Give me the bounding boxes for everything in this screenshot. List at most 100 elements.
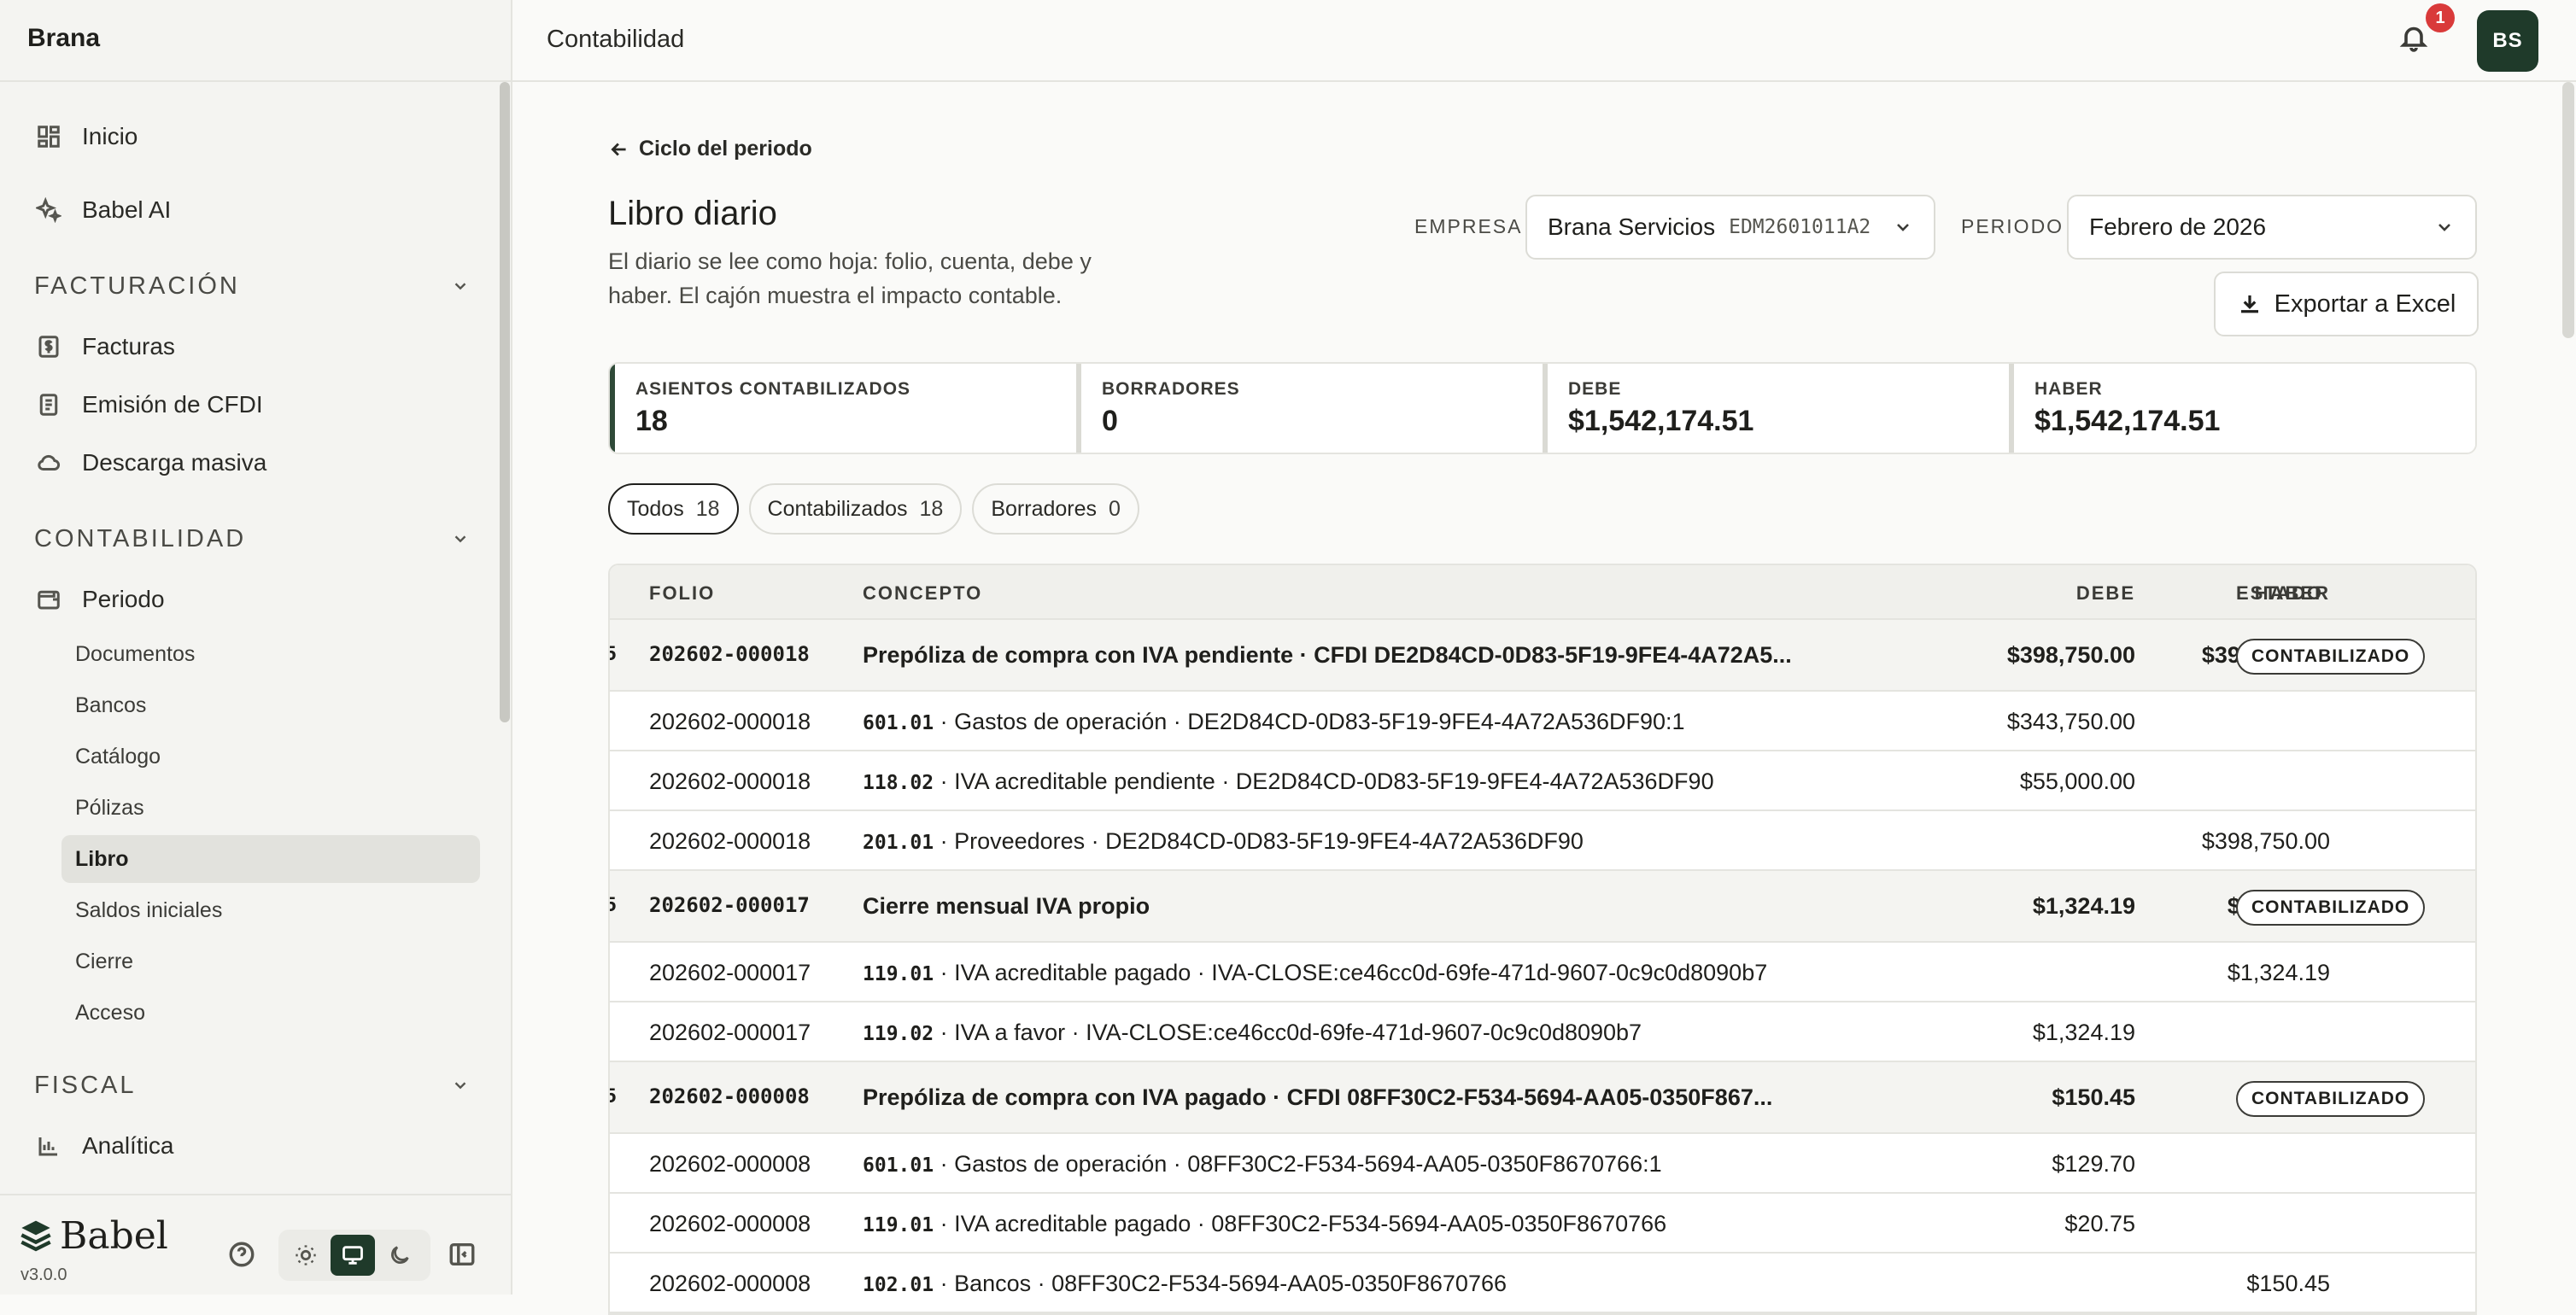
- entry-header-row[interactable]: 5 202602-000008 Prepóliza de compra con IV…: [610, 1062, 2475, 1134]
- sidebar-subitem-bancos[interactable]: Bancos: [61, 681, 480, 729]
- stat-card: ASIENTOS CONTABILIZADOS 18: [610, 364, 1076, 453]
- entry-line-row[interactable]: 202602-000017 119.02 · IVA a favor · IVA-…: [610, 1002, 2475, 1062]
- entry-line-row[interactable]: 202602-000018 118.02 · IVA acreditable pe…: [610, 751, 2475, 811]
- line-concepto: 102.01 · Bancos · 08FF30C2-F534-5694-AA0…: [863, 1271, 1507, 1297]
- sidebar-item-inicio[interactable]: Inicio: [34, 109, 138, 164]
- empresa-value: Brana Servicios: [1548, 213, 1716, 240]
- chevron-down-icon: [454, 535, 466, 543]
- version-label: v3.0.0: [20, 1265, 67, 1284]
- sidebar-subitem-catalogo[interactable]: Catálogo: [61, 733, 480, 780]
- page-scrollbar[interactable]: [2562, 82, 2574, 338]
- line-concepto: 119.02 · IVA a favor · IVA-CLOSE:ce46cc0…: [863, 1020, 1642, 1046]
- export-label: Exportar a Excel: [2274, 289, 2456, 318]
- entry-line-row[interactable]: 202602-000018 601.01 · Gastos de operació…: [610, 692, 2475, 751]
- entry-line-row[interactable]: 202602-000017 119.01 · IVA acreditable pa…: [610, 943, 2475, 1002]
- collapse-sidebar-button[interactable]: [448, 1240, 478, 1271]
- section-contabilidad[interactable]: CONTABILIDAD: [34, 517, 470, 560]
- chip-label: Contabilizados: [767, 496, 908, 521]
- line-description: · Proveedores · DE2D84CD-0D83-5F19-9FE4-…: [934, 828, 1584, 854]
- entry-header-row[interactable]: 5 202602-000018 Prepóliza de compra con IV…: [610, 620, 2475, 692]
- filter-todos[interactable]: Todos 18: [608, 483, 739, 535]
- sparkles-icon: [34, 196, 63, 225]
- sidebar-subitem-libro[interactable]: Libro: [61, 835, 480, 883]
- chevron-down-icon: [2438, 224, 2450, 231]
- account-code: 601.01: [863, 712, 934, 734]
- sidebar-subitem-polizas[interactable]: Pólizas: [61, 784, 480, 832]
- sidebar-item-emision-cfdi[interactable]: Emisión de CFDI: [34, 377, 263, 432]
- line-description: · IVA acreditable pagado · IVA-CLOSE:ce4…: [934, 960, 1768, 985]
- entry-line-row[interactable]: 202602-000008 102.01 · Bancos · 08FF30C2-…: [610, 1254, 2475, 1313]
- divider: [0, 80, 511, 82]
- entry-folio: 202602-000008: [649, 1084, 810, 1108]
- periodo-label: PERIODO: [1961, 215, 2064, 237]
- sidebar-item-label: Emisión de CFDI: [82, 391, 263, 418]
- export-excel-button[interactable]: Exportar a Excel: [2214, 272, 2479, 336]
- help-button[interactable]: [227, 1240, 258, 1271]
- entry-folio: 202602-000018: [649, 642, 810, 666]
- empresa-select[interactable]: Brana Servicios EDM2601011A2: [1525, 195, 1935, 260]
- dark-theme-button[interactable]: [378, 1235, 422, 1276]
- light-theme-button[interactable]: [284, 1235, 327, 1276]
- download-icon: [2240, 295, 2258, 313]
- entry-header-row[interactable]: 5 202602-000017 Cierre mensual IVA propio $…: [610, 871, 2475, 943]
- dashboard-icon: [34, 122, 63, 151]
- back-link[interactable]: Ciclo del periodo: [608, 137, 812, 161]
- section-fiscal[interactable]: FISCAL: [34, 1064, 470, 1107]
- column-estado: ESTADO: [2236, 582, 2324, 604]
- page-title: Libro diario: [608, 195, 777, 232]
- section-facturacion[interactable]: FACTURACIÓN: [34, 265, 470, 307]
- sidebar-subitem-documentos[interactable]: Documentos: [61, 630, 480, 678]
- stat-value: $1,542,174.51: [2034, 405, 2221, 437]
- entry-line-row[interactable]: 202602-000008 601.01 · Gastos de operació…: [610, 1134, 2475, 1194]
- stat-label: ASIENTOS CONTABILIZADOS: [635, 379, 911, 399]
- page-subtitle: El diario se lee como hoja: folio, cuent…: [608, 248, 1092, 308]
- sidebar-item-label: Facturas: [82, 333, 175, 359]
- filter-borradores[interactable]: Borradores 0: [972, 483, 1139, 535]
- avatar[interactable]: BS: [2477, 10, 2538, 72]
- theme-switcher: [278, 1230, 430, 1281]
- section-title: FACTURACIÓN: [34, 272, 240, 300]
- entry-concepto: Prepóliza de compra con IVA pendiente · …: [863, 642, 1792, 668]
- line-debe: $55,000.00: [2019, 769, 2135, 794]
- line-concepto: 601.01 · Gastos de operación · DE2D84CD-…: [863, 709, 1685, 735]
- entry-line-row[interactable]: 202602-000008 119.01 · IVA acreditable pa…: [610, 1194, 2475, 1254]
- line-description: · Bancos · 08FF30C2-F534-5694-AA05-0350F…: [934, 1271, 1507, 1296]
- system-theme-button[interactable]: [331, 1235, 375, 1276]
- sidebar-item-label: Inicio: [82, 123, 138, 149]
- arrow-left-icon: [611, 143, 626, 155]
- stat-label: HABER: [2034, 379, 2103, 399]
- filter-chips: Todos 18 Contabilizados 18 Borradores 0: [608, 483, 1150, 535]
- periodo-select[interactable]: Febrero de 2026: [2067, 195, 2477, 260]
- line-folio: 202602-000018: [649, 769, 811, 794]
- stat-card: DEBE $1,542,174.51: [1543, 364, 2009, 453]
- sidebar-item-babel-ai[interactable]: Babel AI: [34, 183, 171, 237]
- line-folio: 202602-000008: [649, 1211, 811, 1236]
- stat-value: 18: [635, 405, 668, 437]
- sidebar-item-facturas[interactable]: Facturas: [34, 319, 175, 374]
- chevron-down-icon: [454, 283, 466, 290]
- line-folio: 202602-000017: [649, 960, 811, 985]
- chevron-down-icon: [454, 1082, 466, 1090]
- sidebar-item-analitica[interactable]: Analítica: [34, 1119, 173, 1173]
- sidebar-subitem-acceso[interactable]: Acceso: [61, 989, 480, 1037]
- org-name[interactable]: Brana: [27, 24, 100, 53]
- account-code: 119.02: [863, 1023, 934, 1045]
- filter-contabilizados[interactable]: Contabilizados 18: [748, 483, 963, 535]
- account-code: 201.01: [863, 832, 934, 854]
- sidebar-scrollbar[interactable]: [500, 82, 510, 722]
- sidebar-item-periodo[interactable]: Periodo: [34, 572, 165, 627]
- entry-line-row[interactable]: 202602-000018 201.01 · Proveedores · DE2D…: [610, 811, 2475, 871]
- chip-count: 18: [695, 496, 720, 521]
- sidebar-item-descarga-masiva[interactable]: Descarga masiva: [34, 435, 266, 490]
- entry-debe: $150.45: [2052, 1084, 2135, 1110]
- line-description: · IVA acreditable pendiente · DE2D84CD-0…: [934, 769, 1714, 794]
- line-haber: $398,750.00: [2201, 828, 2330, 854]
- stat-value: $1,542,174.51: [1568, 405, 1754, 437]
- sidebar-subitem-saldos-iniciales[interactable]: Saldos iniciales: [61, 886, 480, 934]
- account-code: 119.01: [863, 963, 934, 985]
- line-concepto: 119.01 · IVA acreditable pagado · 08FF30…: [863, 1211, 1666, 1237]
- sidebar-subitem-cierre[interactable]: Cierre: [61, 938, 480, 985]
- line-folio: 202602-000017: [649, 1020, 811, 1045]
- line-concepto: 118.02 · IVA acreditable pendiente · DE2…: [863, 769, 1714, 795]
- line-description: · Gastos de operación · DE2D84CD-0D83-5F…: [934, 709, 1685, 734]
